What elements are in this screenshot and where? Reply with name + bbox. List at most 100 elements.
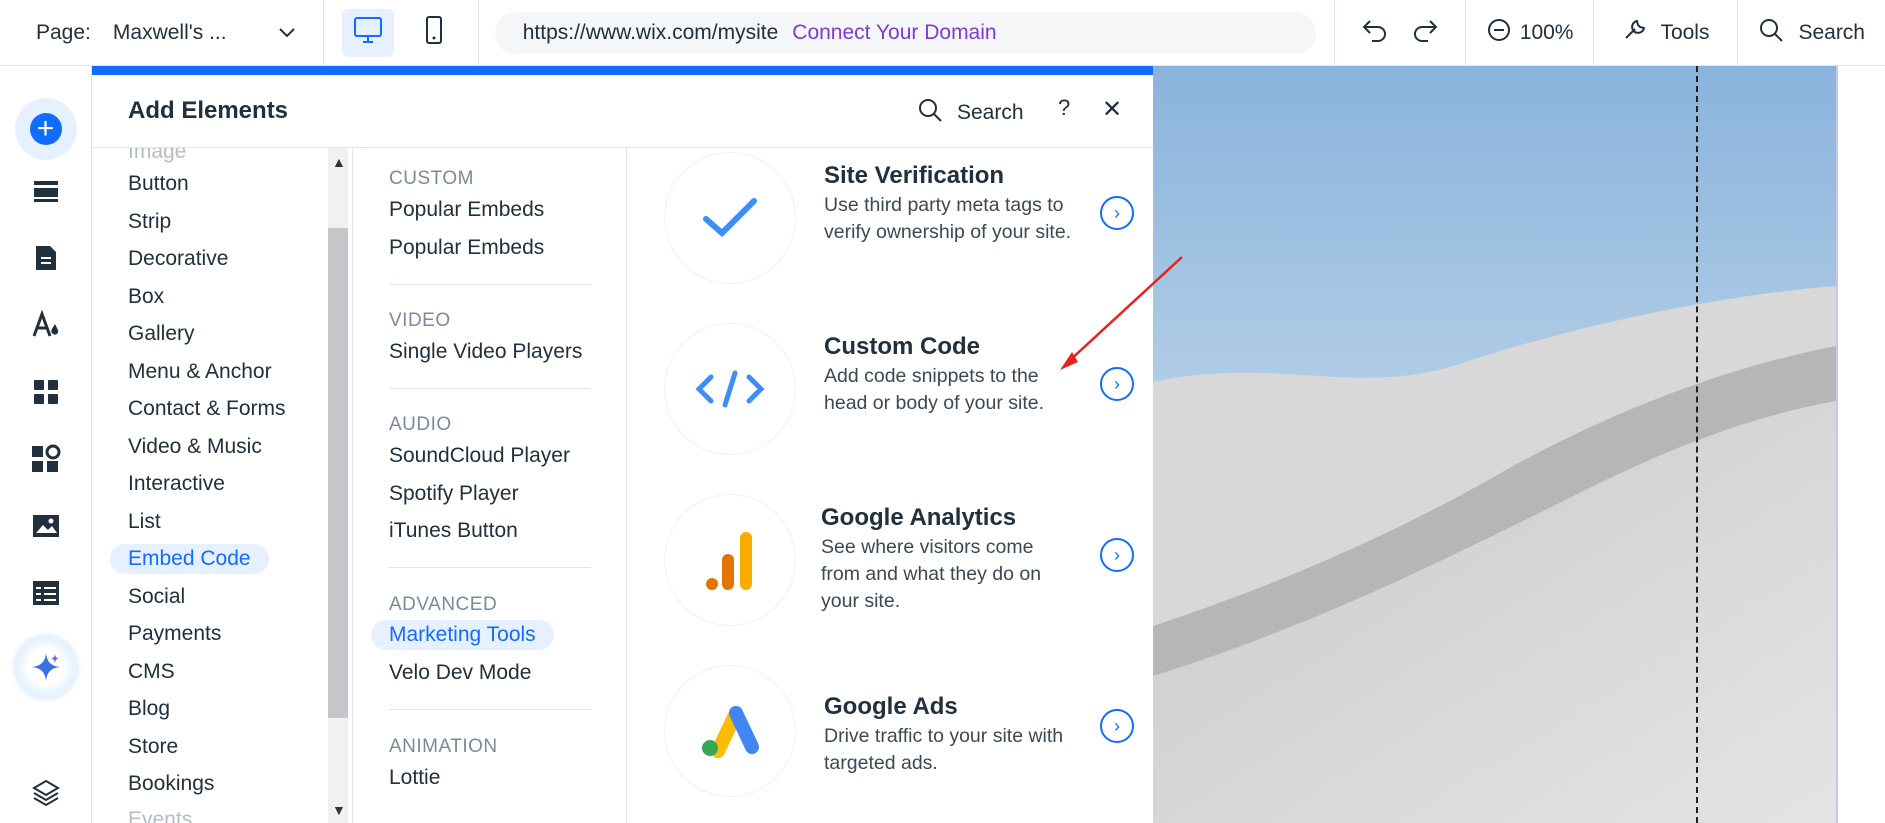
table-icon <box>31 579 61 612</box>
sub-item-single-video-players[interactable]: Single Video Players <box>389 340 582 364</box>
sub-item-marketing-tools[interactable]: Marketing Tools <box>371 620 554 650</box>
panel-search-button[interactable]: Search <box>917 97 1024 129</box>
mobile-view-button[interactable] <box>408 9 460 57</box>
apps-button[interactable] <box>0 368 91 420</box>
pages-button[interactable] <box>0 234 91 286</box>
chevron-down-icon <box>278 21 296 45</box>
ai-assistant-button[interactable] <box>0 634 91 700</box>
sub-item-soundcloud-player[interactable]: SoundCloud Player <box>389 444 570 468</box>
redo-icon[interactable] <box>1411 17 1439 48</box>
add-icon-bg: + <box>14 98 77 160</box>
card-google-analytics[interactable]: Google Analytics See where visitors come… <box>627 490 1154 630</box>
add-elements-panel: Add Elements Search ? ✕ Image Button Str… <box>91 66 1154 823</box>
scrollbar-thumb[interactable] <box>328 228 348 718</box>
add-section-button[interactable] <box>0 167 91 219</box>
zoom-level: 100% <box>1519 20 1574 44</box>
canvas-grid-line <box>1696 66 1698 823</box>
layers-icon <box>31 778 61 813</box>
category-blog[interactable]: Blog <box>128 697 170 721</box>
panel-header: Add Elements Search ? ✕ <box>92 75 1154 148</box>
category-cms[interactable]: CMS <box>128 660 175 684</box>
card-custom-code[interactable]: Custom Code Add code snippets to the hea… <box>627 319 1154 459</box>
puzzle-icon <box>30 444 62 479</box>
desktop-icon <box>353 16 383 49</box>
card-title: Custom Code <box>824 333 980 360</box>
connect-domain-link[interactable]: Connect Your Domain <box>792 21 996 45</box>
category-interactive[interactable]: Interactive <box>128 472 225 496</box>
sparkle-icon <box>14 636 77 698</box>
zoom-control[interactable]: 100% <box>1466 0 1594 66</box>
canvas-margin <box>1836 66 1885 823</box>
layers-button[interactable] <box>0 769 91 821</box>
panel-search-label: Search <box>957 101 1024 124</box>
cms-button[interactable] <box>0 569 91 621</box>
card-title: Google Ads <box>824 693 958 720</box>
category-store[interactable]: Store <box>128 735 178 759</box>
divider <box>389 567 591 568</box>
card-google-ads[interactable]: Google Ads Drive traffic to your site wi… <box>627 661 1154 801</box>
chevron-right-icon[interactable]: › <box>1100 196 1134 230</box>
category-bookings[interactable]: Bookings <box>128 772 214 796</box>
analytics-icon <box>665 495 795 625</box>
divider <box>389 709 591 710</box>
scroll-down-icon[interactable]: ▼ <box>332 802 346 818</box>
category-video-music[interactable]: Video & Music <box>128 435 262 459</box>
scroll-up-icon[interactable]: ▲ <box>332 154 346 170</box>
chevron-right-icon[interactable]: › <box>1100 538 1134 572</box>
sub-item-itunes-button[interactable]: iTunes Button <box>389 519 518 543</box>
media-button[interactable] <box>0 502 91 554</box>
mobile-icon <box>424 15 444 50</box>
card-site-verification[interactable]: Site Verification Use third party meta t… <box>627 148 1154 288</box>
desktop-view-button[interactable] <box>341 8 394 57</box>
card-description: Add code snippets to the head or body of… <box>824 365 1045 414</box>
page-icon <box>33 243 59 278</box>
search-label: Search <box>1798 20 1865 44</box>
category-menu-anchor[interactable]: Menu & Anchor <box>128 360 272 384</box>
category-social[interactable]: Social <box>128 585 185 609</box>
chevron-right-icon[interactable]: › <box>1100 367 1134 401</box>
close-button[interactable]: ✕ <box>1102 95 1122 124</box>
sub-item-popular-embeds-2[interactable]: Popular Embeds <box>389 236 544 260</box>
page-selector[interactable]: Page: Maxwell's ... <box>0 0 323 66</box>
divider <box>477 0 479 66</box>
category-strip[interactable]: Strip <box>128 210 171 234</box>
category-events[interactable]: Events <box>128 808 192 823</box>
image-icon <box>31 513 61 544</box>
search-icon <box>1758 17 1784 49</box>
page-label: Page: <box>36 20 91 44</box>
site-url-bar: https://www.wix.com/mysite Connect Your … <box>494 11 1317 54</box>
device-switcher <box>324 0 478 66</box>
design-button[interactable] <box>0 301 91 353</box>
category-gallery[interactable]: Gallery <box>128 322 195 346</box>
chevron-right-icon[interactable]: › <box>1100 709 1134 743</box>
undo-icon[interactable] <box>1361 17 1389 48</box>
sections-icon <box>31 178 61 209</box>
section-heading-custom: CUSTOM <box>389 168 474 189</box>
category-payments[interactable]: Payments <box>128 622 221 646</box>
tools-button[interactable]: Tools <box>1594 0 1737 66</box>
category-image[interactable]: Image <box>128 148 186 164</box>
google-ads-icon <box>665 666 795 796</box>
category-list: Image Button Strip Decorative Box Galler… <box>92 148 352 823</box>
zoom-out-icon <box>1486 17 1512 49</box>
category-box[interactable]: Box <box>128 285 164 309</box>
category-list[interactable]: List <box>128 510 161 534</box>
sub-item-lottie[interactable]: Lottie <box>389 766 440 790</box>
site-canvas[interactable] <box>1153 66 1836 823</box>
category-button[interactable]: Button <box>128 172 189 196</box>
category-decorative[interactable]: Decorative <box>128 247 228 271</box>
undo-redo-group <box>1335 0 1465 66</box>
section-heading-video: VIDEO <box>389 310 451 331</box>
search-button[interactable]: Search <box>1738 0 1885 66</box>
help-button[interactable]: ? <box>1058 95 1070 121</box>
business-tools-button[interactable] <box>0 435 91 487</box>
sub-item-popular-embeds[interactable]: Popular Embeds <box>389 198 544 222</box>
sub-item-spotify-player[interactable]: Spotify Player <box>389 482 519 506</box>
category-contact-forms[interactable]: Contact & Forms <box>128 397 286 421</box>
subcategory-list: CUSTOM Popular Embeds Popular Embeds VID… <box>352 148 627 823</box>
add-elements-button[interactable]: + <box>0 96 91 162</box>
theme-icon <box>30 309 62 345</box>
category-embed-code[interactable]: Embed Code <box>110 544 269 574</box>
sub-item-velo-dev-mode[interactable]: Velo Dev Mode <box>389 661 531 685</box>
divider <box>389 284 591 285</box>
